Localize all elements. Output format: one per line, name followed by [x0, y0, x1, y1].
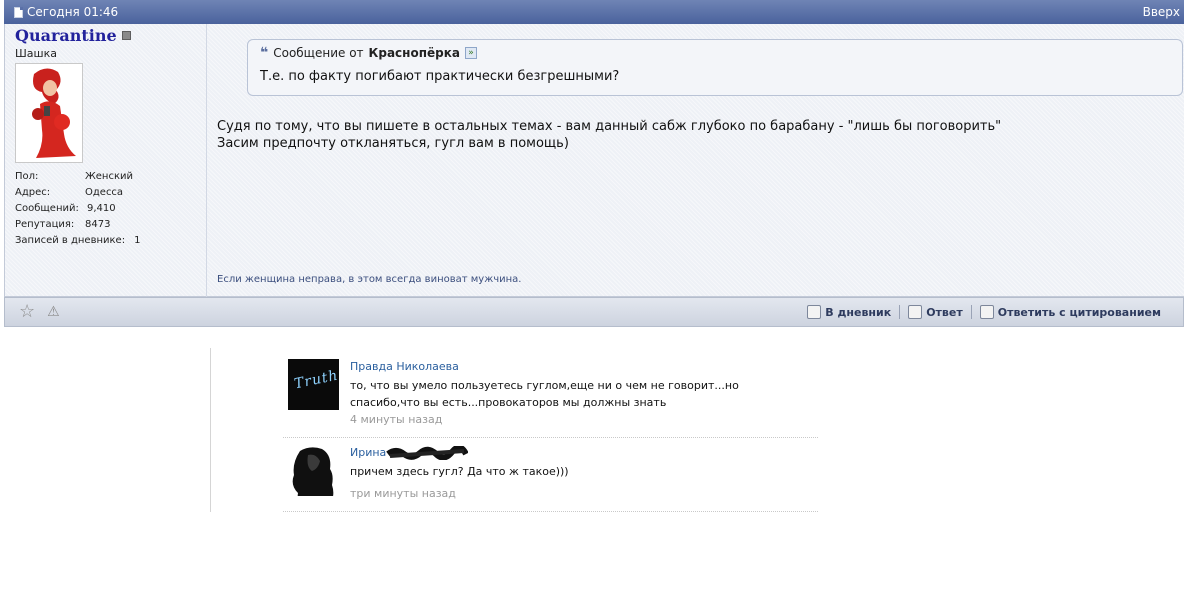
stat-value: 8473 [85, 219, 111, 230]
user-info-panel: Quarantine Шашка Пол: Женский Адрес: Оде… [5, 24, 207, 297]
quote-header: ❝ Сообщение от Краснопёрка » [260, 46, 477, 60]
document-icon [14, 6, 23, 18]
comment-item: Ирина причем здесь гугл? Да что ж такое)… [283, 442, 818, 512]
reply-label: Ответ [926, 305, 963, 319]
goto-post-icon[interactable]: » [464, 47, 477, 59]
stat-label: Пол: [15, 171, 39, 182]
reply-icon [908, 305, 923, 319]
quote-text: Т.е. по факту погибают практически безгр… [260, 69, 620, 84]
stat-gender: Пол: Женский [15, 169, 140, 185]
post-date: Сегодня 01:46 [14, 0, 118, 24]
user-title: Шашка [15, 47, 57, 60]
post-footer-left: ☆ ⚠ [19, 303, 60, 321]
stat-label: Адрес: [15, 187, 51, 198]
stat-label: Сообщений: [15, 203, 79, 214]
scroll-top-link[interactable]: Вверх [1143, 0, 1180, 24]
quote-marks-icon: ❝ [260, 45, 269, 61]
quote-reply-button[interactable]: Ответить с цитированием [972, 305, 1169, 319]
message-line: Судя по тому, что вы пишете в остальных … [217, 119, 1002, 134]
comment-avatar[interactable]: Truth [288, 359, 339, 410]
add-to-diary-button[interactable]: В дневник [799, 305, 899, 319]
quote-prefix: Сообщение от [273, 46, 364, 60]
stat-diary-entries: Записей в дневнике: 1 [15, 233, 140, 249]
stat-value: 9,410 [87, 203, 116, 214]
post-footer: ☆ ⚠ В дневник Ответ Ответить с цитирован… [4, 297, 1184, 327]
avatar-image [16, 64, 82, 162]
star-icon[interactable]: ☆ [19, 303, 35, 321]
avatar[interactable] [15, 63, 83, 163]
user-stats: Пол: Женский Адрес: Одесса Сообщений: 9,… [15, 169, 140, 249]
post-date-text: Сегодня 01:46 [27, 5, 119, 19]
diary-icon [807, 305, 822, 319]
stat-posts: Сообщений: 9,410 [15, 201, 140, 217]
offline-status-icon [121, 31, 131, 40]
signature: Если женщина неправа, в этом всегда вино… [217, 274, 522, 285]
stat-label: Репутация: [15, 219, 75, 230]
comment-avatar[interactable] [288, 445, 339, 496]
stat-address: Адрес: Одесса [15, 185, 140, 201]
quote-box: ❝ Сообщение от Краснопёрка » Т.е. по фак… [247, 39, 1183, 96]
comment-text: то, что вы умело пользуетесь гуглом,еще … [350, 379, 739, 409]
stat-label: Записей в дневнике: [15, 235, 126, 246]
comment-item: Truth Правда Николаева то, что вы умело … [283, 356, 818, 438]
comment-author[interactable]: Правда Николаева [350, 360, 459, 373]
stat-value: Одесса [85, 187, 124, 198]
add-to-diary-label: В дневник [825, 305, 892, 319]
comment-time: три минуты назад [350, 487, 456, 500]
comment-author[interactable]: Ирина [350, 446, 386, 459]
quote-author[interactable]: Краснопёрка [369, 46, 460, 60]
message-line: Засим предпочту откланяться, гугл вам в … [217, 136, 569, 151]
post-actions: В дневник Ответ Ответить с цитированием [799, 305, 1169, 319]
avatar-silhouette-image [292, 447, 334, 496]
stat-value: 1 [134, 235, 141, 246]
post-body: Quarantine Шашка Пол: Женский Адрес: Оде… [4, 24, 1184, 297]
report-warning-icon[interactable]: ⚠ [47, 304, 60, 320]
stat-reputation: Репутация: 8473 [15, 217, 140, 233]
redacted-scribble [386, 446, 468, 460]
username-link[interactable]: Quarantine [15, 26, 117, 45]
reply-button[interactable]: Ответ [900, 305, 971, 319]
quote-reply-icon [979, 305, 994, 319]
stat-value: Женский [85, 171, 133, 182]
comments-divider [210, 348, 211, 512]
post-message: Судя по тому, что вы пишете в остальных … [217, 118, 1001, 152]
quote-reply-label: Ответить с цитированием [997, 305, 1161, 319]
avatar-text: Truth [292, 367, 339, 393]
comment-text: причем здесь гугл? Да что ж такое))) [350, 465, 569, 478]
post-header: Сегодня 01:46 Вверх [4, 0, 1184, 24]
username-block: Quarantine [15, 26, 131, 45]
comment-time: 4 минуты назад [350, 413, 443, 426]
